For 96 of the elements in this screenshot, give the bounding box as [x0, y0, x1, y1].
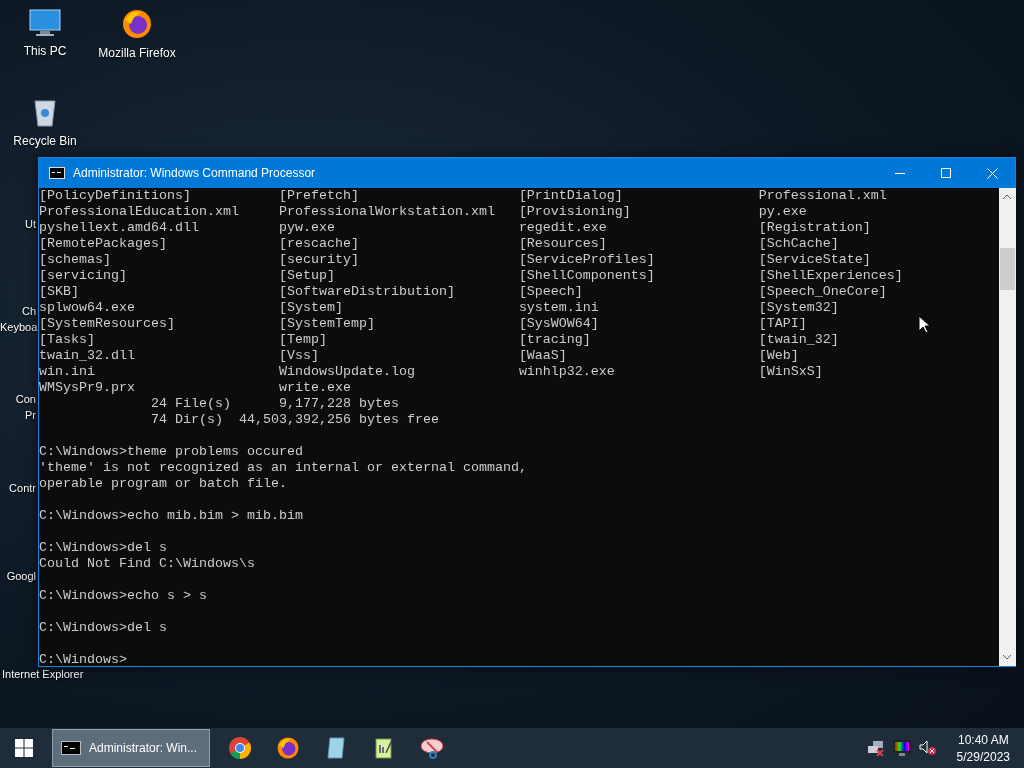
file-entry: [security] — [278, 252, 359, 268]
clock-date: 5/29/2023 — [956, 749, 1010, 764]
file-entry: [Web] — [758, 348, 799, 364]
firefox-icon — [121, 8, 153, 40]
close-icon — [986, 167, 998, 179]
file-entry: [ServiceProfiles] — [518, 252, 655, 268]
scroll-down-icon[interactable] — [1003, 655, 1012, 660]
maximize-icon — [941, 168, 951, 178]
icon-label[interactable]: Googl — [0, 570, 36, 582]
file-entry: [WinSxS] — [758, 364, 823, 380]
file-entry: [TAPI] — [758, 316, 807, 332]
file-entry: [Vss] — [278, 348, 319, 364]
file-entry: [PolicyDefinitions] — [39, 188, 191, 204]
file-entry: [RemotePackages] — [39, 236, 167, 252]
icon-label[interactable]: Ut — [0, 218, 36, 230]
console-line: C:\Windows>del s — [39, 540, 167, 556]
file-entry: splwow64.exe — [39, 300, 135, 316]
console-line: C:\Windows>echo mib.bim > mib.bim — [39, 508, 303, 524]
file-entry: win.ini — [39, 364, 95, 380]
file-entry: [Speech] — [518, 284, 583, 300]
display-icon[interactable] — [892, 740, 911, 756]
console-line: 74 Dir(s) 44,503,392,256 bytes free — [149, 412, 439, 428]
file-entry: [SKB] — [39, 284, 79, 300]
file-entry: [SystemResources] — [39, 316, 175, 332]
file-entry: twain_32.dll — [39, 348, 135, 364]
file-entry: ProfessionalWorkstation.xml — [278, 204, 495, 220]
clock[interactable]: 10:40 AM 5/29/2023 — [956, 732, 1010, 764]
icon-label[interactable]: Pr — [0, 409, 36, 421]
file-entry: Professional.xml — [758, 188, 887, 204]
file-entry: [Temp] — [278, 332, 327, 348]
clock-time: 10:40 AM — [957, 732, 1009, 747]
cursor-icon — [918, 315, 930, 334]
file-entry: WindowsUpdate.log — [278, 364, 415, 380]
console-line: C:\Windows>echo s > s — [39, 588, 207, 604]
file-entry: [SchCache] — [758, 236, 839, 252]
console-line: C:\Windows> — [39, 652, 127, 668]
scissors-icon[interactable] — [419, 736, 445, 760]
terminal-icon — [49, 167, 65, 179]
icon-label[interactable]: Con — [0, 393, 36, 405]
computer-icon — [28, 8, 62, 38]
file-entry: [System32] — [758, 300, 839, 316]
file-entry: [Registration] — [758, 220, 871, 236]
file-entry: [tracing] — [518, 332, 591, 348]
file-entry: system.ini — [518, 300, 599, 316]
window-title: Administrator: Windows Command Processor — [73, 166, 317, 180]
file-entry: [PrintDialog] — [518, 188, 623, 204]
file-entry: [servicing] — [39, 268, 127, 284]
file-entry: pyshellext.amd64.dll — [39, 220, 199, 236]
file-entry: [Tasks] — [39, 332, 95, 348]
icon-label[interactable]: Contr — [0, 482, 36, 494]
console-line: C:\Windows>theme problems occured — [39, 444, 303, 460]
file-entry: write.exe — [278, 380, 351, 396]
file-entry: [ServiceState] — [758, 252, 871, 268]
file-entry: [ShellComponents] — [518, 268, 655, 284]
icon-label[interactable]: Ch — [0, 305, 36, 317]
file-entry: regedit.exe — [518, 220, 607, 236]
scrollbar-thumb[interactable] — [999, 248, 1015, 290]
file-entry: [schemas] — [39, 252, 111, 268]
file-entry: [System] — [278, 300, 343, 316]
windows-logo-icon — [15, 739, 33, 757]
file-entry: pyw.exe — [278, 220, 335, 236]
firefox-icon[interactable] — [276, 736, 300, 760]
icon-label[interactable]: Recycle Bin — [13, 134, 77, 148]
terminal-icon — [61, 741, 81, 755]
console-line: C:\Windows>del s — [39, 620, 167, 636]
file-entry: ProfessionalEducation.xml — [39, 204, 239, 220]
scrollbar[interactable] — [998, 188, 1016, 666]
file-entry: WMSysPr9.prx — [39, 380, 135, 396]
file-entry: [WaaS] — [518, 348, 567, 364]
file-entry: [Setup] — [278, 268, 335, 284]
network-error-icon[interactable] — [866, 740, 885, 756]
icon-label[interactable]: This PC — [23, 44, 67, 58]
file-entry: winhlp32.exe — [518, 364, 615, 380]
file-entry: [SysWOW64] — [518, 316, 599, 332]
file-entry: [rescache] — [278, 236, 359, 252]
taskbar-button[interactable]: Administrator: Win... — [52, 729, 210, 767]
icon-label[interactable]: Mozilla Firefox — [98, 46, 176, 60]
console-line: 'theme' is not recognized as an internal or external command, — [39, 460, 527, 476]
file-entry: [Resources] — [518, 236, 607, 252]
file-entry: [Provisioning] — [518, 204, 631, 220]
console-line: 24 File(s) 9,177,228 bytes — [149, 396, 399, 412]
console-line: operable program or batch file. — [39, 476, 287, 492]
chrome-icon[interactable] — [228, 736, 252, 760]
file-entry: [Prefetch] — [278, 188, 359, 204]
scroll-up-icon[interactable] — [1003, 194, 1012, 199]
icon-label[interactable]: Keyboa — [0, 321, 36, 333]
icon-label[interactable]: Internet Explorer — [2, 668, 94, 680]
speaker-muted-icon[interactable] — [918, 740, 937, 756]
file-entry: [ShellExperiences] — [758, 268, 903, 284]
file-entry: py.exe — [758, 204, 807, 220]
console-line: Could Not Find C:\Windows\s — [39, 556, 255, 572]
file-entry: [SystemTemp] — [278, 316, 375, 332]
notes-icon[interactable] — [372, 736, 396, 760]
file-entry: [SoftwareDistribution] — [278, 284, 455, 300]
file-entry: [twain_32] — [758, 332, 839, 348]
file-entry: [Speech_OneCore] — [758, 284, 887, 300]
